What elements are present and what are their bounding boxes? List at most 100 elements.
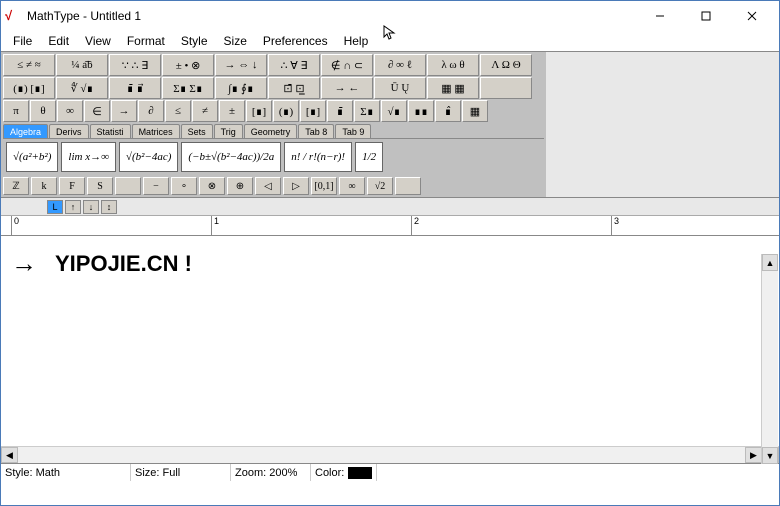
symbol-slot[interactable] xyxy=(115,177,141,195)
palette-cell[interactable]: ∎∎ xyxy=(408,100,434,122)
palette-cell[interactable] xyxy=(480,77,532,99)
palette-cell[interactable]: ± • ⊗ xyxy=(162,54,214,76)
ruler-tick: 1 xyxy=(214,216,219,226)
symbol-slot[interactable]: ℤ xyxy=(3,177,29,195)
palette-cell[interactable]: ∂ ∞ ℓ xyxy=(374,54,426,76)
template-tab[interactable]: Algebra xyxy=(3,124,48,138)
template-tab[interactable]: Statisti xyxy=(90,124,131,138)
palette-cell[interactable]: (∎) [∎] xyxy=(3,77,55,99)
editor-text: YIPOJIE.CN ! xyxy=(55,251,192,277)
maximize-button[interactable] xyxy=(683,1,729,31)
equation-template[interactable]: √(b²−4ac) xyxy=(119,142,178,172)
template-tab[interactable]: Geometry xyxy=(244,124,298,138)
palette-cell[interactable]: ≤ xyxy=(165,100,191,122)
template-tab[interactable]: Trig xyxy=(214,124,243,138)
symbol-slot[interactable] xyxy=(395,177,421,195)
palette-cell[interactable]: λ ω θ xyxy=(427,54,479,76)
equation-template[interactable]: 1/2 xyxy=(355,142,383,172)
symbol-slot[interactable]: ∘ xyxy=(171,177,197,195)
vertical-scrollbar[interactable]: ▲ ▼ xyxy=(761,254,778,464)
palette-cell[interactable]: θ xyxy=(30,100,56,122)
symbol-slot[interactable]: √2 xyxy=(367,177,393,195)
palette-cell[interactable]: ∈ xyxy=(84,100,110,122)
palette-cell[interactable]: ∫∎ ∮∎ xyxy=(215,77,267,99)
palette-cell[interactable]: ∎̂ xyxy=(435,100,461,122)
statusbar: Style: Math Size: Full Zoom: 200% Color: xyxy=(1,463,779,481)
palette-cell[interactable]: √∎ xyxy=(381,100,407,122)
minimize-button[interactable] xyxy=(637,1,683,31)
symbol-slot[interactable]: [0,1] xyxy=(311,177,337,195)
palette-cell[interactable]: ∞ xyxy=(57,100,83,122)
toolbar-filler xyxy=(546,51,779,198)
palette-cell[interactable]: ∂ xyxy=(138,100,164,122)
palette-cell[interactable]: ≠ xyxy=(192,100,218,122)
palette-cell[interactable]: π xyxy=(3,100,29,122)
scroll-right-button[interactable]: ▶ xyxy=(745,447,762,463)
equation-template[interactable]: lim x→∞ xyxy=(61,142,116,172)
scroll-down-button[interactable]: ▼ xyxy=(762,447,778,464)
palette-cell[interactable]: ▦ ▦ xyxy=(427,77,479,99)
menu-format[interactable]: Format xyxy=(119,32,173,50)
template-tab[interactable]: Matrices xyxy=(132,124,180,138)
equation-template[interactable]: n! / r!(n−r)! xyxy=(284,142,352,172)
palette-cell[interactable]: → ⇔ ↓ xyxy=(215,54,267,76)
palette-cell[interactable]: ∵ ∴ ∃ xyxy=(109,54,161,76)
palette-cell[interactable]: Σ∎ Σ∎ xyxy=(162,77,214,99)
app-icon: √ xyxy=(5,8,21,24)
palette-cell[interactable]: ¼ a͡b xyxy=(56,54,108,76)
palette-cell[interactable]: → xyxy=(111,100,137,122)
palette-cell[interactable]: ⊡̄ ⊡̲ xyxy=(268,77,320,99)
status-color-swatch[interactable] xyxy=(348,467,372,479)
menu-view[interactable]: View xyxy=(77,32,119,50)
menu-size[interactable]: Size xyxy=(216,32,255,50)
symbol-slot[interactable]: ∞ xyxy=(339,177,365,195)
symbol-slot[interactable]: S xyxy=(87,177,113,195)
equation-template[interactable]: √(a²+b²) xyxy=(6,142,58,172)
palette-cell[interactable]: ∎̄ ∎⃗ xyxy=(109,77,161,99)
menu-style[interactable]: Style xyxy=(173,32,216,50)
status-size-value: Full xyxy=(163,467,181,479)
palette-cell[interactable]: ∎̄ xyxy=(327,100,353,122)
mini-btn-1[interactable]: L xyxy=(47,200,63,214)
palette-cell[interactable]: ≤ ≠ ≈ xyxy=(3,54,55,76)
palette-cell[interactable]: [∎] xyxy=(246,100,272,122)
template-tab[interactable]: Tab 9 xyxy=(335,124,371,138)
symbol-slot[interactable]: ◁ xyxy=(255,177,281,195)
menu-file[interactable]: File xyxy=(5,32,40,50)
scroll-left-button[interactable]: ◀ xyxy=(1,447,18,463)
palette-cell[interactable]: Λ Ω Θ xyxy=(480,54,532,76)
palette-cell[interactable]: Σ∎ xyxy=(354,100,380,122)
symbol-slot[interactable]: ⊗ xyxy=(199,177,225,195)
template-tab[interactable]: Derivs xyxy=(49,124,89,138)
palette-cell[interactable]: [∎] xyxy=(300,100,326,122)
mini-btn-3[interactable]: ↓ xyxy=(83,200,99,214)
equation-editor[interactable]: → YIPOJIE.CN ! xyxy=(1,236,779,446)
symbol-slot[interactable]: ▷ xyxy=(283,177,309,195)
palette-cell[interactable]: ∉ ∩ ⊂ xyxy=(321,54,373,76)
menu-help[interactable]: Help xyxy=(336,32,377,50)
symbol-slot[interactable]: ⊕ xyxy=(227,177,253,195)
template-tab[interactable]: Tab 8 xyxy=(298,124,334,138)
palette-cell[interactable]: ∴ ∀ ∃ xyxy=(268,54,320,76)
symbol-slot[interactable]: F xyxy=(59,177,85,195)
scroll-up-button[interactable]: ▲ xyxy=(762,254,778,271)
symbol-slot[interactable]: − xyxy=(143,177,169,195)
status-color-label: Color: xyxy=(315,467,344,479)
palette-cell[interactable]: → ← xyxy=(321,77,373,99)
palette-cell[interactable]: (∎) xyxy=(273,100,299,122)
symbol-slot[interactable]: k xyxy=(31,177,57,195)
status-zoom-label: Zoom: xyxy=(235,467,266,479)
palette-cell[interactable]: ∜ √∎ xyxy=(56,77,108,99)
mini-btn-2[interactable]: ↑ xyxy=(65,200,81,214)
template-tab[interactable]: Sets xyxy=(181,124,213,138)
menu-preferences[interactable]: Preferences xyxy=(255,32,336,50)
close-button[interactable] xyxy=(729,1,775,31)
equation-template[interactable]: (−b±√(b²−4ac))/2a xyxy=(181,142,281,172)
palette-cell[interactable]: Ū Ų xyxy=(374,77,426,99)
palette-cell[interactable]: ± xyxy=(219,100,245,122)
horizontal-ruler[interactable]: 0 1 2 3 xyxy=(1,216,779,236)
mini-btn-4[interactable]: ↕ xyxy=(101,200,117,214)
horizontal-scrollbar[interactable]: ◀ ▶ xyxy=(1,446,779,463)
menu-edit[interactable]: Edit xyxy=(40,32,77,50)
palette-cell[interactable]: ▦ xyxy=(462,100,488,122)
